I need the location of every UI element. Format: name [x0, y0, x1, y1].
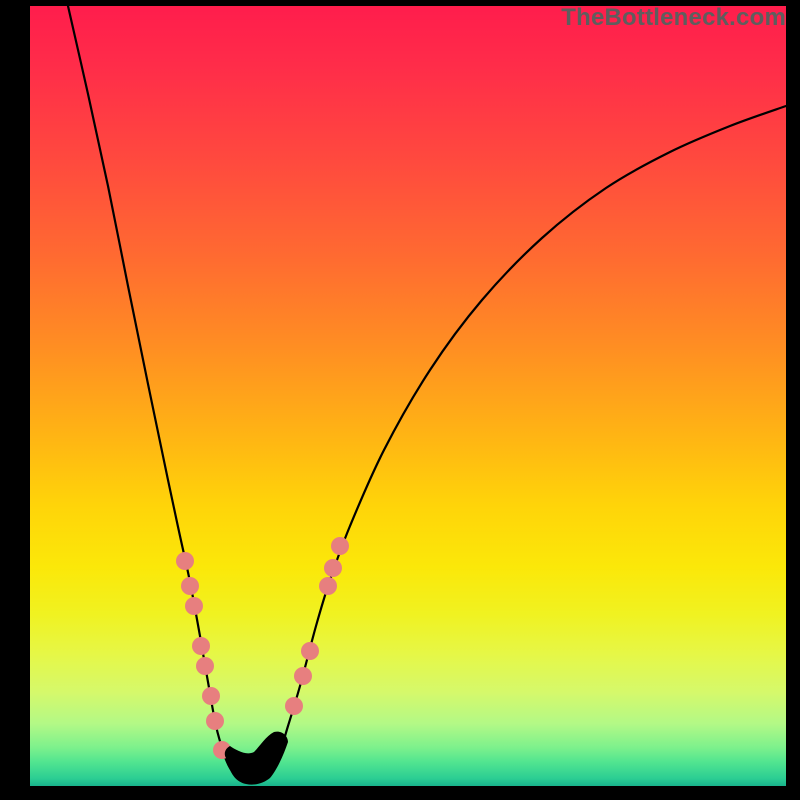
- chart-stage: TheBottleneck.com: [0, 0, 800, 800]
- bottom-blob: [225, 732, 288, 785]
- curve-marker: [294, 667, 312, 685]
- curve-marker: [206, 712, 224, 730]
- curve-marker: [301, 642, 319, 660]
- curve-marker: [181, 577, 199, 595]
- watermark-text: TheBottleneck.com: [561, 4, 786, 32]
- curve-marker: [176, 552, 194, 570]
- curve-marker: [185, 597, 203, 615]
- curve-marker: [202, 687, 220, 705]
- curve-marker: [192, 637, 210, 655]
- curve-markers: [176, 537, 349, 759]
- main-curve: [68, 6, 786, 782]
- plot-area: [30, 6, 786, 786]
- curve-marker: [285, 697, 303, 715]
- curve-marker: [331, 537, 349, 555]
- curve-marker: [324, 559, 342, 577]
- chart-svg: [30, 6, 786, 786]
- curve-marker: [196, 657, 214, 675]
- curve-marker: [319, 577, 337, 595]
